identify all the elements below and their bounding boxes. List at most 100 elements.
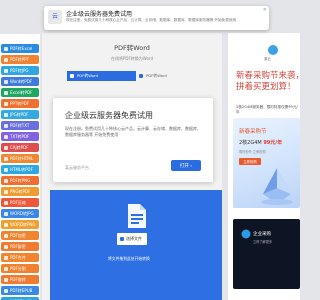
sidebar-item[interactable]: PDF加密 [1, 231, 39, 240]
dark-promo-card[interactable]: 企业采购 立即了解更多 [233, 219, 300, 289]
file-type-icon [4, 178, 8, 183]
sidebar-item[interactable]: PDF合并 [1, 253, 39, 262]
sidebar-item[interactable]: JPG转PDF [1, 110, 39, 119]
promo-headline[interactable]: 新春采购节来袭，拼着买更划算！ [236, 71, 306, 93]
sidebar-item[interactable]: TXT转PDF [1, 132, 39, 141]
file-type-icon [4, 134, 8, 139]
sidebar-item-label: WORD转PNG [10, 221, 36, 227]
sidebar-item[interactable]: Word转PDF [1, 77, 39, 86]
sidebar-item-label: PNG转PDF [10, 188, 31, 194]
choose-file-label: 选择文件 [126, 236, 142, 241]
sidebar-item-label: JPG转PDF [10, 111, 29, 117]
promo-buy-button[interactable]: 立即抢购 [239, 158, 261, 165]
brand-logo-text: 某云 [264, 57, 271, 61]
file-type-icon [4, 288, 8, 293]
sidebar: PDF转Excel PDF转PPT PDF转JPG Word转PDF Excel转PDF… [0, 34, 40, 300]
upload-dropzone[interactable] [50, 190, 222, 300]
sidebar-item-label: PDF转EPUB [10, 287, 33, 293]
sidebar-item[interactable]: Excel转PDF [1, 88, 39, 97]
ad-card[interactable]: 企业级云服务器免费试用 现在注册，免费试用几十种核心云产品，云计算、云存储、数据… [53, 98, 213, 182]
sidebar-item-label: PDF旋转 [10, 276, 26, 282]
promo-subtext: 2核2G4M服务器，限时特惠仅需99元/年 [236, 105, 298, 114]
tab-icon [139, 74, 143, 78]
sidebar-item-label: TXT转PDF [10, 133, 30, 139]
file-type-icon [4, 277, 8, 282]
file-type-icon [4, 57, 8, 62]
crystal-graphic-icon [261, 168, 293, 205]
file-type-icon [4, 90, 8, 95]
sidebar-item[interactable]: PDF转PPT [1, 55, 39, 64]
sidebar-item[interactable]: PDF转EPUB [1, 286, 39, 295]
page-subtitle: 在线将PDF转换为Word [110, 56, 154, 61]
file-type-icon [4, 79, 8, 84]
file-type-icon [4, 101, 8, 106]
sidebar-item[interactable]: PPT转PDF [1, 99, 39, 108]
file-type-icon [4, 222, 8, 227]
page-title: PDF转Word [114, 44, 150, 52]
sidebar-item[interactable]: PDF转PNG [1, 176, 39, 185]
sidebar-item[interactable]: HTML转PDF [1, 165, 39, 174]
ad-source-link[interactable]: 某云服务平台 [65, 165, 89, 171]
file-type-icon [4, 145, 8, 150]
file-type-icon [4, 167, 8, 172]
sidebar-item-label: PDF转Excel [10, 45, 33, 51]
sidebar-item[interactable]: WORD转JPG [1, 209, 39, 218]
ad-description: 现在注册，免费试用几十种核心云产品，云计算、云存储、数据库、数据库、数据库服务器… [65, 126, 201, 137]
ad-open-button[interactable]: 打开 › [171, 160, 201, 171]
ad-title: 企业级云服务器免费试用 [65, 111, 153, 120]
sidebar-item-label: PDF解密 [10, 243, 26, 249]
dark-card-subtitle: 立即了解更多 [253, 240, 273, 244]
tab-label: PDF转Word [146, 73, 167, 78]
file-type-icon [4, 255, 8, 260]
sidebar-item-label: PPT转PDF [10, 100, 30, 106]
right-ad-column: 某云 新春采购节来袭，拼着买更划算！ 2核2G4M服务器，限时特惠仅需99元/年… [228, 33, 304, 300]
tab-bar: PDF转Word PDF转Word [67, 71, 205, 81]
sidebar-item[interactable]: CAJ转PDF [1, 143, 39, 152]
file-type-icon [4, 156, 8, 161]
sidebar-item[interactable]: PDF解密 [1, 242, 39, 251]
promo-banner-title: 新春采购节 [239, 129, 267, 135]
sidebar-item-label: PDF压缩 [10, 199, 26, 205]
file-type-icon [4, 189, 8, 194]
tab-icon [70, 74, 74, 78]
tab-pdf-to-word-alt[interactable]: PDF转Word [136, 71, 205, 81]
sidebar-item[interactable]: PDF分割 [1, 264, 39, 273]
sidebar-item-label: PDF转HTML [10, 155, 33, 161]
document-icon [128, 204, 146, 228]
sidebar-item-label: PDF加密 [10, 232, 26, 238]
promo-price-prefix: 2核2G4M [239, 140, 264, 146]
sidebar-item-label: PDF转TXT [10, 122, 30, 128]
sidebar-item[interactable]: PDF压缩 [1, 198, 39, 207]
file-type-icon [4, 46, 8, 51]
file-type-icon [4, 68, 8, 73]
tencent-cloud-icon [241, 229, 251, 239]
tab-label: PDF转Word [77, 73, 98, 78]
sidebar-item[interactable]: PDF转JPG [1, 66, 39, 75]
sidebar-item-label: WORD转JPG [10, 210, 34, 216]
file-type-icon [4, 244, 8, 249]
promo-price-line: 2核2G4M 99元/年 [239, 139, 282, 146]
notification-popup[interactable]: 云 企业级云服务器免费试用 现在注册，免费试用几十种核心云产品，云计算、云存储、… [44, 6, 269, 30]
choose-file-button[interactable]: 选择文件 [117, 233, 147, 245]
dark-card-title: 企业采购 [253, 232, 271, 237]
sidebar-item[interactable]: PNG转PDF [1, 187, 39, 196]
sidebar-item-label: PDF合并 [10, 254, 26, 260]
file-type-icon [4, 112, 8, 117]
sidebar-item[interactable]: PDF转HTML [1, 154, 39, 163]
upload-icon [120, 237, 124, 241]
file-type-icon [4, 200, 8, 205]
close-icon[interactable]: ✕ [263, 7, 267, 13]
sidebar-item[interactable]: PDF转TXT [1, 121, 39, 130]
promo-banner[interactable]: 新春采购节 2核2G4M 99元/年 限时秒杀 立即抢购 立即抢购 [233, 118, 300, 208]
sidebar-item[interactable]: PDF转Excel [1, 44, 39, 53]
promo-price: 99元/年 [263, 140, 283, 146]
sidebar-item-label: Word转PDF [10, 78, 33, 84]
sidebar-item[interactable]: WORD转PNG [1, 220, 39, 229]
sidebar-item-label: Excel转PDF [10, 89, 33, 95]
tab-pdf-to-word[interactable]: PDF转Word [67, 71, 136, 81]
sidebar-item-label: PDF转JPG [10, 67, 29, 73]
cloud-logo-icon: 云 [48, 10, 62, 24]
notification-title: 企业级云服务器免费试用 [66, 11, 133, 18]
sidebar-item[interactable]: PDF旋转 [1, 275, 39, 284]
file-type-icon [4, 233, 8, 238]
